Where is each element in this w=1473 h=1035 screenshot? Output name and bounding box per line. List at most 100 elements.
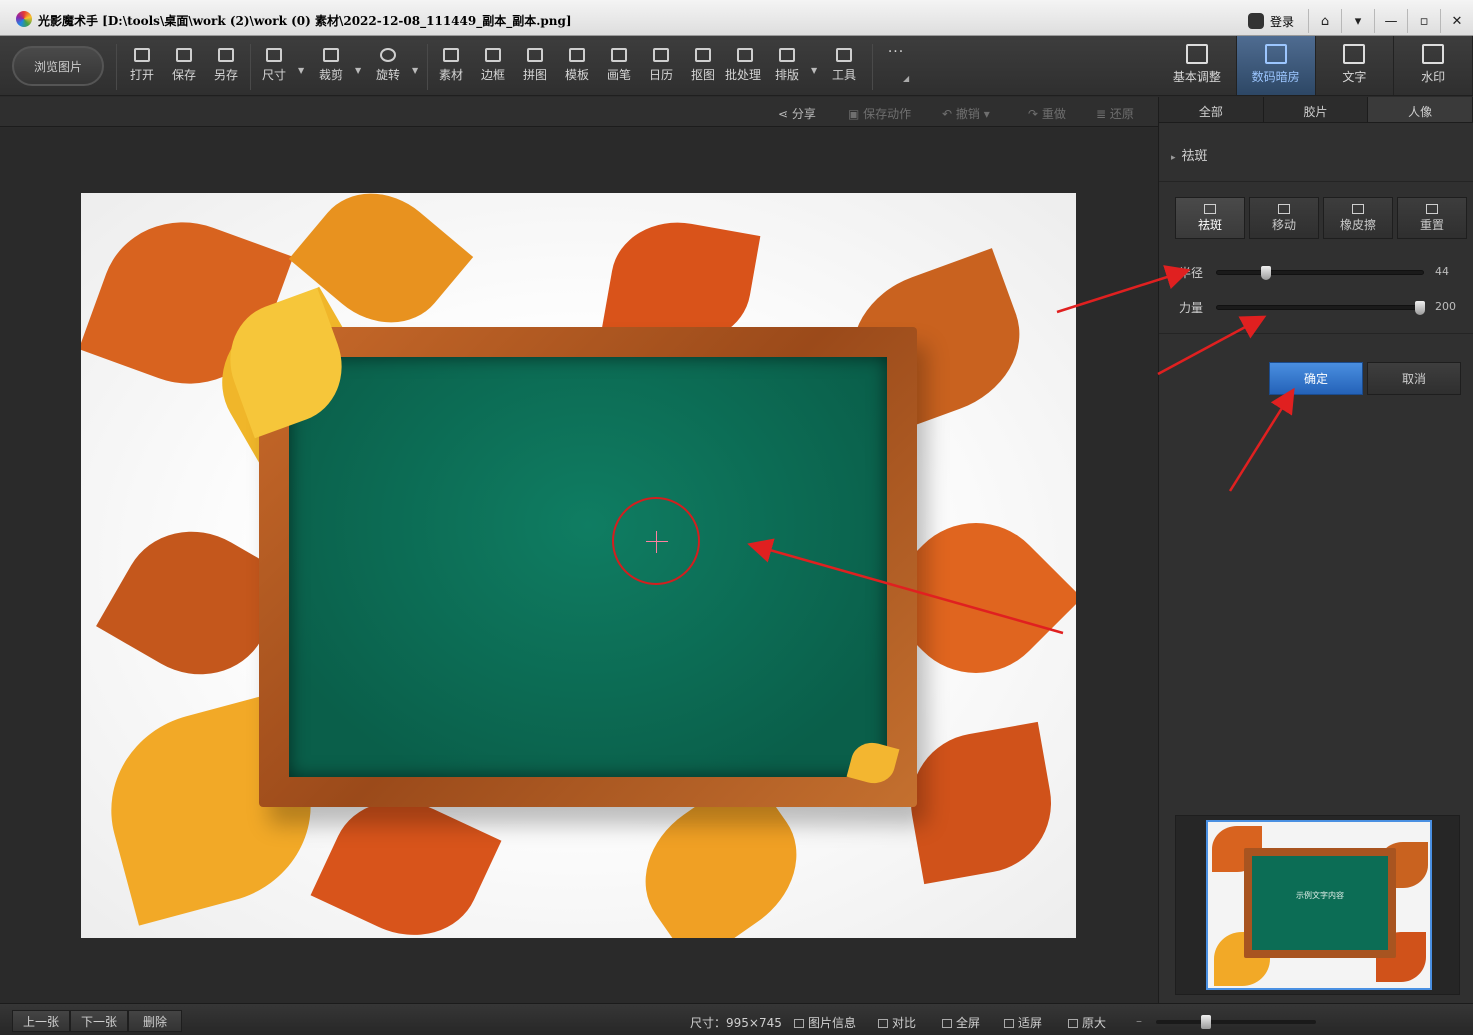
resize-dropdown-icon[interactable]: ▼ bbox=[298, 66, 304, 75]
resize-label: 尺寸 bbox=[261, 68, 286, 82]
zoom-slider[interactable] bbox=[1156, 1015, 1316, 1029]
minimize-button[interactable]: — bbox=[1374, 9, 1407, 33]
previous-image-button[interactable]: 上一张 bbox=[12, 1010, 71, 1032]
crop-dropdown-icon[interactable]: ▼ bbox=[355, 66, 361, 75]
save-as-button[interactable]: 另存 bbox=[208, 48, 244, 88]
material-button[interactable]: 素材 bbox=[433, 48, 469, 88]
radius-slider[interactable] bbox=[1216, 266, 1424, 280]
photo-preview[interactable] bbox=[81, 193, 1076, 938]
radius-slider-thumb[interactable] bbox=[1261, 266, 1271, 280]
redo-button[interactable]: ↷ 重做 bbox=[1028, 105, 1066, 122]
tab-watermark[interactable]: 水印 bbox=[1394, 36, 1473, 95]
tab-darkroom[interactable]: 数码暗房 bbox=[1236, 36, 1316, 95]
crop-button[interactable]: 裁剪 bbox=[313, 48, 349, 88]
share-button[interactable]: ⋖ 分享 bbox=[778, 105, 816, 122]
toolbar-expand-icon[interactable]: ◢ bbox=[903, 74, 909, 83]
zoom-out-icon[interactable]: – bbox=[1136, 1014, 1142, 1028]
move-button[interactable]: 移动 bbox=[1249, 197, 1319, 239]
tools-button[interactable]: 工具 bbox=[826, 48, 862, 88]
eraser-button[interactable]: 橡皮擦 bbox=[1323, 197, 1393, 239]
navigator-thumbnail[interactable]: 示例文字内容 bbox=[1206, 820, 1432, 990]
calendar-button[interactable]: 日历 bbox=[643, 48, 679, 88]
redo-label: 重做 bbox=[1041, 107, 1066, 121]
image-size: 尺寸：995×745 bbox=[690, 1016, 782, 1030]
close-button[interactable]: ✕ bbox=[1440, 9, 1473, 33]
toolbar-divider bbox=[427, 44, 428, 90]
menu-button[interactable]: ▾ bbox=[1341, 9, 1374, 33]
more-label: ··· bbox=[887, 44, 905, 60]
collage-icon bbox=[527, 48, 543, 62]
darkroom-icon bbox=[1264, 44, 1287, 64]
save-button[interactable]: 保存 bbox=[166, 48, 202, 88]
confirm-button[interactable]: 确定 bbox=[1269, 362, 1363, 395]
brush-button[interactable]: 画笔 bbox=[601, 48, 637, 88]
cutout-button[interactable]: 抠图 bbox=[685, 48, 721, 88]
tab-text[interactable]: 文字 bbox=[1316, 36, 1395, 95]
rotate-dropdown-icon[interactable]: ▼ bbox=[412, 66, 418, 75]
restore-label: 还原 bbox=[1109, 107, 1134, 121]
fullscreen-button[interactable]: 全屏 bbox=[942, 1014, 980, 1031]
material-label: 素材 bbox=[438, 68, 463, 82]
reset-label: 重置 bbox=[1419, 218, 1444, 232]
tab-basic-adjust-label: 基本调整 bbox=[1172, 70, 1221, 84]
original-size-button[interactable]: 原大 bbox=[1068, 1014, 1106, 1031]
batch-icon bbox=[737, 48, 753, 62]
fit-screen-label: 适屏 bbox=[1018, 1016, 1043, 1030]
skin-button[interactable]: ⌂ bbox=[1308, 9, 1341, 33]
undo-icon: ↶ bbox=[942, 107, 956, 121]
restore-button[interactable]: ≣ 还原 bbox=[1096, 105, 1134, 122]
delete-button[interactable]: 删除 bbox=[128, 1010, 183, 1032]
layout-button[interactable]: 排版 bbox=[769, 48, 805, 88]
zoom-slider-thumb[interactable] bbox=[1201, 1015, 1211, 1029]
move-icon bbox=[1278, 204, 1290, 214]
maximize-button[interactable]: ▫ bbox=[1407, 9, 1440, 33]
fit-screen-button[interactable]: 适屏 bbox=[1004, 1014, 1042, 1031]
chalkboard bbox=[289, 357, 887, 777]
share-icon: ⋖ bbox=[778, 107, 792, 121]
tab-all[interactable]: 全部 bbox=[1159, 97, 1264, 122]
border-button[interactable]: 边框 bbox=[475, 48, 511, 88]
cutout-icon bbox=[695, 48, 711, 62]
compare-button[interactable]: 对比 bbox=[878, 1014, 916, 1031]
open-button[interactable]: 打开 bbox=[124, 48, 160, 88]
spot-remove-button[interactable]: 祛斑 bbox=[1175, 197, 1245, 239]
original-size-icon bbox=[1068, 1019, 1078, 1028]
brush-label: 画笔 bbox=[606, 68, 631, 82]
original-size-label: 原大 bbox=[1082, 1016, 1107, 1030]
cancel-button[interactable]: 取消 bbox=[1367, 362, 1461, 395]
rotate-icon bbox=[380, 48, 396, 62]
spot-remove-label: 祛斑 bbox=[1197, 218, 1222, 232]
window-controls: 登录 ⌂ ▾ — ▫ ✕ bbox=[1234, 6, 1473, 36]
collage-button[interactable]: 拼图 bbox=[517, 48, 553, 88]
window-title: 光影魔术手 [D:\tools\桌面\work (2)\work (0) 素材\… bbox=[38, 14, 572, 28]
open-label: 打开 bbox=[129, 68, 154, 82]
resize-button[interactable]: 尺寸 bbox=[256, 48, 292, 88]
batch-button[interactable]: 批处理 bbox=[725, 48, 763, 88]
section-title: 祛斑 bbox=[1181, 149, 1208, 164]
next-image-button[interactable]: 下一张 bbox=[70, 1010, 129, 1032]
collage-label: 拼图 bbox=[522, 68, 547, 82]
maple-leaf bbox=[899, 721, 1063, 885]
tab-film[interactable]: 胶片 bbox=[1264, 97, 1369, 122]
image-info-button[interactable]: 图片信息 bbox=[794, 1014, 856, 1031]
undo-button[interactable]: ↶ 撤销 ▾ bbox=[942, 105, 990, 122]
tab-basic-adjust[interactable]: 基本调整 bbox=[1158, 36, 1237, 95]
save-action-button[interactable]: ▣ 保存动作 bbox=[848, 105, 911, 122]
login-button[interactable]: 登录 bbox=[1234, 9, 1308, 33]
template-button[interactable]: 模板 bbox=[559, 48, 595, 88]
reset-button[interactable]: 重置 bbox=[1397, 197, 1467, 239]
watermark-icon bbox=[1422, 44, 1445, 64]
template-icon bbox=[569, 48, 585, 62]
undo-dropdown-icon[interactable]: ▾ bbox=[980, 107, 990, 121]
layout-dropdown-icon[interactable]: ▼ bbox=[811, 66, 817, 75]
browse-images-button[interactable]: 浏览图片 bbox=[12, 46, 104, 86]
section-header[interactable]: ▸ 祛斑 bbox=[1171, 145, 1208, 164]
text-icon bbox=[1343, 44, 1366, 64]
tab-portrait[interactable]: 人像 bbox=[1368, 97, 1473, 122]
save-as-label: 另存 bbox=[213, 68, 238, 82]
strength-slider-thumb[interactable] bbox=[1415, 301, 1425, 315]
strength-label: 力量 bbox=[1179, 301, 1204, 315]
rotate-button[interactable]: 旋转 bbox=[370, 48, 406, 88]
strength-slider[interactable] bbox=[1216, 301, 1425, 315]
brush-cursor bbox=[612, 497, 700, 585]
